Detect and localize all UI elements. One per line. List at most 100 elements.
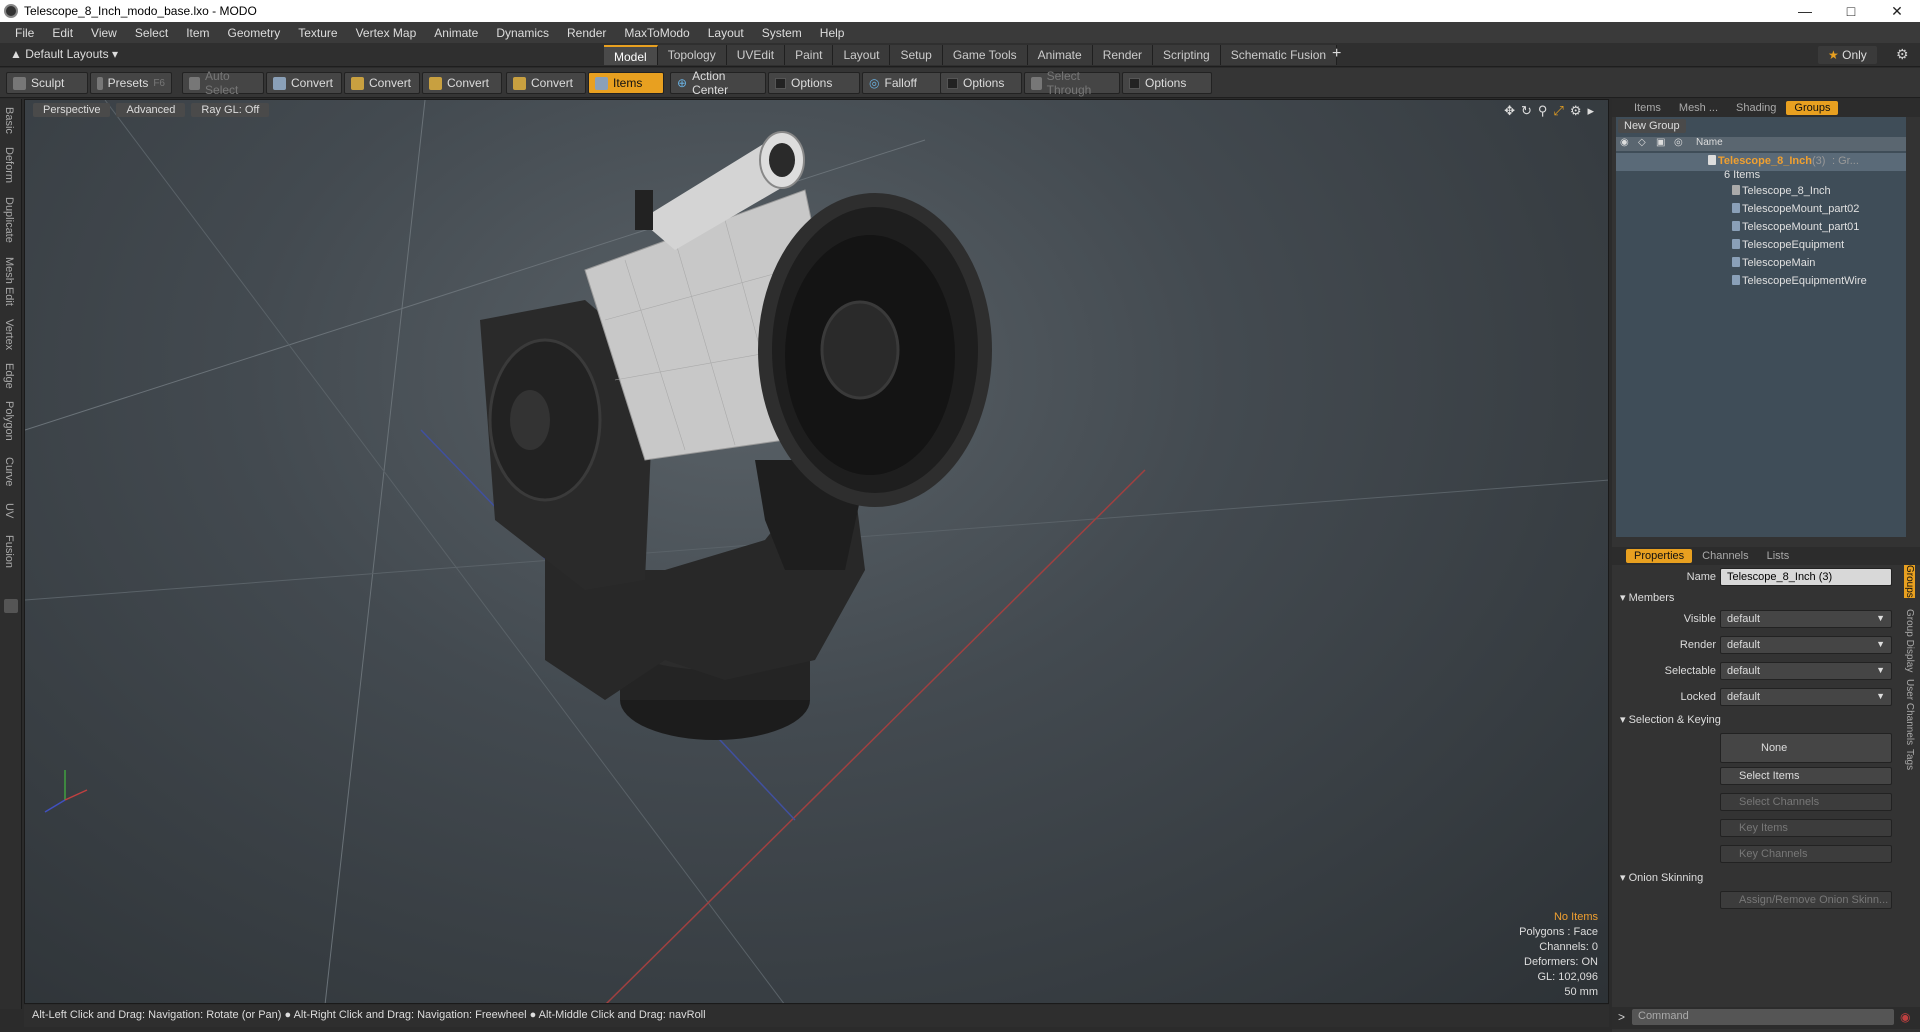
visible-select[interactable]: default ▼ — [1720, 610, 1892, 628]
tab-schematic-fusion[interactable]: Schematic Fusion — [1220, 45, 1338, 65]
tab-layout[interactable]: Layout — [833, 45, 891, 65]
options-checkbox[interactable] — [947, 77, 958, 89]
options-button-2[interactable]: Options — [940, 72, 1022, 94]
options-checkbox[interactable] — [775, 77, 786, 89]
pan-icon[interactable]: ✥ — [1504, 103, 1515, 119]
select-channels-button[interactable]: Select Channels — [1720, 793, 1892, 811]
tab-animate[interactable]: Animate — [1027, 45, 1093, 65]
convert-button-4[interactable]: Convert — [506, 72, 586, 94]
expand-arrow-icon[interactable]: ▸ — [1587, 103, 1594, 119]
tab-edge[interactable]: Edge — [3, 363, 15, 389]
side-tab-tags[interactable]: Tags — [1904, 749, 1915, 770]
none-button[interactable]: None — [1720, 733, 1892, 763]
menu-edit[interactable]: Edit — [43, 26, 82, 40]
items-button[interactable]: Items — [588, 72, 664, 94]
locked-select[interactable]: default ▼ — [1720, 688, 1892, 706]
list-item[interactable]: TelescopeEquipmentWire — [1616, 273, 1906, 291]
convert-button-1[interactable]: Convert — [266, 72, 342, 94]
tab-uvedit[interactable]: UVEdit — [726, 45, 786, 65]
menu-maxtomodo[interactable]: MaxToModo — [615, 26, 698, 40]
menu-texture[interactable]: Texture — [289, 26, 346, 40]
list-item[interactable]: TelescopeEquipment — [1616, 237, 1906, 255]
presets-button[interactable]: Presets F6 — [90, 72, 172, 94]
tab-groups[interactable]: Groups — [1786, 101, 1839, 115]
command-input[interactable]: Command — [1632, 1009, 1894, 1025]
render-select[interactable]: default ▼ — [1720, 636, 1892, 654]
menu-layout[interactable]: Layout — [699, 26, 753, 40]
side-tab-user-channels[interactable]: User Channels — [1904, 679, 1915, 745]
tab-render[interactable]: Render — [1092, 45, 1154, 65]
selection-keying-section[interactable]: ▾ Selection & Keying — [1620, 713, 1721, 726]
name-field[interactable]: Telescope_8_Inch (3) — [1720, 568, 1892, 586]
side-tab-groups[interactable]: Groups — [1904, 565, 1915, 598]
list-item[interactable]: TelescopeMount_part02 — [1616, 201, 1906, 219]
tab-shading[interactable]: Shading — [1728, 101, 1784, 115]
tab-vertex[interactable]: Vertex — [3, 319, 15, 350]
tab-uv[interactable]: UV — [3, 503, 15, 518]
menu-item[interactable]: Item — [177, 26, 218, 40]
tab-mesh[interactable]: Mesh ... — [1671, 101, 1726, 115]
side-tab-group-display[interactable]: Group Display — [1904, 609, 1915, 672]
assign-onion-button[interactable]: Assign/Remove Onion Skinn... — [1720, 891, 1892, 909]
tab-topology[interactable]: Topology — [657, 45, 727, 65]
menu-view[interactable]: View — [82, 26, 126, 40]
onion-skinning-section[interactable]: ▾ Onion Skinning — [1620, 871, 1703, 884]
tab-basic[interactable]: Basic — [3, 107, 15, 134]
key-items-button[interactable]: Key Items — [1720, 819, 1892, 837]
advanced-dropdown[interactable]: Advanced — [116, 103, 186, 117]
rotate-icon[interactable]: ↻ — [1521, 103, 1532, 119]
view-mode-dropdown[interactable]: Perspective — [33, 103, 111, 117]
menu-select[interactable]: Select — [126, 26, 177, 40]
viewport-gear-icon[interactable]: ⚙ — [1570, 103, 1582, 119]
tab-model[interactable]: Model — [604, 45, 658, 65]
falloff-button[interactable]: ◎ Falloff — [862, 72, 946, 94]
menu-help[interactable]: Help — [811, 26, 854, 40]
tab-scripting[interactable]: Scripting — [1153, 45, 1221, 65]
minimize-button[interactable]: — — [1782, 3, 1828, 20]
convert-button-3[interactable]: Convert — [422, 72, 502, 94]
select-through-button[interactable]: Select Through — [1024, 69, 1120, 97]
menu-geometry[interactable]: Geometry — [219, 26, 290, 40]
tab-mesh-edit[interactable]: Mesh Edit — [3, 257, 15, 306]
menu-animate[interactable]: Animate — [425, 26, 487, 40]
tab-curve[interactable]: Curve — [3, 457, 15, 486]
list-item[interactable]: Telescope_8_Inch — [1616, 183, 1906, 201]
tab-duplicate[interactable]: Duplicate — [3, 197, 15, 243]
zoom-icon[interactable]: ⚲ — [1538, 103, 1548, 119]
key-channels-button[interactable]: Key Channels — [1720, 845, 1892, 863]
selectable-select[interactable]: default ▼ — [1720, 662, 1892, 680]
menu-vertex-map[interactable]: Vertex Map — [347, 26, 426, 40]
options-button-3[interactable]: Options — [1122, 72, 1212, 94]
tab-game-tools[interactable]: Game Tools — [942, 45, 1028, 65]
raygl-toggle[interactable]: Ray GL: Off — [191, 103, 270, 117]
menu-dynamics[interactable]: Dynamics — [487, 26, 558, 40]
maximize-icon[interactable]: ⤢ — [1553, 103, 1563, 119]
sculpt-button[interactable]: Sculpt — [6, 72, 88, 94]
tab-items[interactable]: Items — [1626, 101, 1669, 115]
tab-fusion[interactable]: Fusion — [3, 535, 15, 568]
menu-file[interactable]: File — [6, 26, 43, 40]
auto-select-button[interactable]: Auto Select — [182, 69, 264, 97]
tab-deform[interactable]: Deform — [3, 147, 15, 183]
panel-toggle-icon[interactable] — [4, 599, 18, 613]
menu-render[interactable]: Render — [558, 26, 615, 40]
new-group-button[interactable]: New Group — [1618, 119, 1686, 133]
maximize-button[interactable]: □ — [1828, 3, 1874, 20]
3d-viewport[interactable]: Perspective Advanced Ray GL: Off ✥ ↻ ⚲ ⤢… — [24, 99, 1609, 1004]
record-icon[interactable]: ◉ — [1900, 1010, 1910, 1024]
tab-paint[interactable]: Paint — [785, 45, 834, 65]
only-toggle[interactable]: ★ Only — [1818, 46, 1877, 64]
select-items-button[interactable]: Select Items — [1720, 767, 1892, 785]
list-item[interactable]: TelescopeMount_part01 — [1616, 219, 1906, 237]
convert-button-2[interactable]: Convert — [344, 72, 420, 94]
tab-polygon[interactable]: Polygon — [3, 401, 15, 441]
options-button-1[interactable]: Options — [768, 72, 860, 94]
members-section[interactable]: ▾ Members — [1620, 591, 1674, 604]
close-button[interactable]: ✕ — [1874, 3, 1920, 20]
add-tab-plus-icon[interactable]: + — [1332, 45, 1341, 63]
default-layouts-dropdown[interactable]: ▲ Default Layouts ▾ — [10, 47, 118, 61]
list-item[interactable]: TelescopeMain — [1616, 255, 1906, 273]
menu-system[interactable]: System — [753, 26, 811, 40]
options-checkbox[interactable] — [1129, 77, 1140, 89]
tab-setup[interactable]: Setup — [890, 45, 943, 65]
